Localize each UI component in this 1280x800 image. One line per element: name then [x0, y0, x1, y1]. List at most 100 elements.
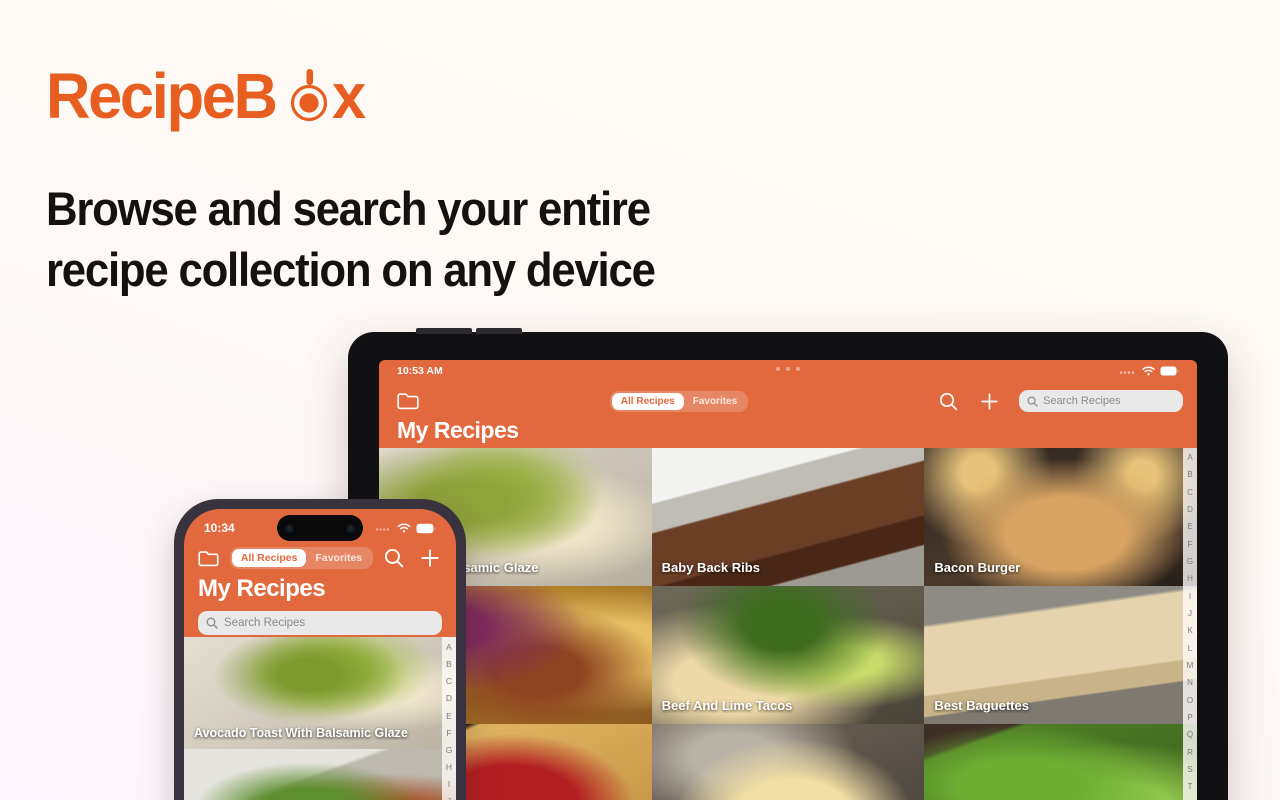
tab-all-recipes[interactable]: All Recipes [231, 549, 307, 567]
recipe-card[interactable] [184, 749, 456, 800]
phone-app: 10:34 All Recipes Favorites My Recipes S… [184, 509, 456, 800]
index-letter[interactable]: I [448, 780, 450, 789]
recipe-photo-green-beans [184, 749, 456, 800]
recipe-card[interactable] [651, 724, 925, 800]
index-letter[interactable]: O [1187, 696, 1193, 705]
index-letter[interactable]: T [1188, 783, 1193, 791]
index-letter[interactable]: K [1187, 627, 1192, 635]
tab-favorites-label: Favorites [315, 552, 363, 564]
tablet-screen: 10:53 AM All Recipes Favorites Search Re… [379, 360, 1197, 800]
tablet-view-segmented-control[interactable]: All Recipes Favorites [609, 390, 749, 412]
battery-icon [1160, 366, 1179, 376]
index-letter[interactable]: M [1187, 661, 1194, 670]
tablet-status-icons [1119, 366, 1179, 376]
wifi-icon [397, 523, 411, 533]
recipe-card[interactable]: Baby Back Ribs [651, 448, 925, 586]
recipe-card[interactable] [924, 724, 1197, 800]
folder-icon[interactable] [198, 550, 219, 567]
tablet-nav-row: All Recipes Favorites Search Recipes [393, 386, 1183, 416]
recipe-card-label: Baby Back Ribs [661, 560, 760, 575]
index-letter[interactable]: Q [1187, 731, 1193, 739]
index-letter[interactable]: A [446, 643, 452, 652]
tablet-volume-down-button[interactable] [476, 328, 522, 334]
tablet-page-heading: My Recipes [397, 417, 519, 443]
phone-page-heading: My Recipes [198, 575, 326, 602]
index-letter[interactable]: H [1187, 575, 1193, 583]
index-letter[interactable]: C [446, 677, 452, 686]
index-letter[interactable]: S [1187, 765, 1192, 774]
tab-all-recipes-label: All Recipes [620, 395, 675, 407]
index-letter[interactable]: P [1187, 713, 1192, 722]
index-letter[interactable]: F [1188, 540, 1193, 549]
index-letter[interactable]: A [1187, 454, 1192, 462]
tablet-recipe-grid: ast With Balsamic Glaze Baby Back Ribs B… [379, 448, 1197, 800]
index-letter[interactable]: E [446, 712, 452, 721]
recipe-card-label: Beef And Lime Tacos [661, 698, 793, 713]
tablet-volume-up-button[interactable] [416, 328, 472, 334]
index-letter[interactable]: L [1188, 644, 1192, 653]
tablet-alphabet-index[interactable]: A B C D E F G H I J K L M N O P Q R S T [1183, 448, 1197, 800]
index-letter[interactable]: I [1189, 592, 1191, 601]
phone-dynamic-island [277, 515, 363, 541]
phone-alphabet-index[interactable]: A B C D E F G H I J K [442, 637, 456, 800]
tablet-topbar: 10:53 AM All Recipes Favorites Search Re… [379, 360, 1197, 448]
tab-favorites-label: Favorites [692, 395, 738, 407]
signal-icon [1119, 370, 1135, 374]
index-letter[interactable]: G [1187, 557, 1193, 566]
search-icon[interactable] [939, 392, 958, 411]
index-letter[interactable]: B [446, 660, 452, 669]
recipe-photo-green-salad [924, 724, 1197, 800]
index-letter[interactable]: H [446, 763, 452, 772]
signal-icon [375, 527, 389, 531]
tablet-search-placeholder: Search Recipes [1042, 395, 1121, 407]
index-letter[interactable]: G [446, 746, 453, 755]
index-letter[interactable]: B [1187, 471, 1192, 479]
index-letter[interactable]: D [446, 694, 452, 703]
tablet-search-input[interactable]: Search Recipes [1018, 390, 1183, 412]
index-letter[interactable]: E [1187, 523, 1192, 531]
plus-icon[interactable] [980, 392, 999, 411]
tablet-device: 10:53 AM All Recipes Favorites Search Re… [348, 328, 1228, 800]
phone-nav-row: All Recipes Favorites [194, 543, 446, 573]
phone-status-icons [375, 523, 436, 534]
recipe-card-label: Bacon Burger [934, 560, 1021, 575]
phone-status-time: 10:34 [204, 521, 235, 535]
index-letter[interactable]: N [1187, 679, 1193, 687]
tab-favorites[interactable]: Favorites [684, 393, 746, 410]
recipe-card[interactable]: Beef And Lime Tacos [651, 586, 925, 724]
index-letter[interactable]: R [1187, 748, 1193, 757]
tab-all-recipes-label: All Recipes [240, 552, 298, 564]
phone-screen: 10:34 All Recipes Favorites My Recipes S… [184, 509, 456, 800]
tab-all-recipes[interactable]: All Recipes [611, 392, 684, 410]
phone-search-input[interactable]: Search Recipes [198, 611, 442, 635]
search-icon[interactable] [384, 548, 404, 568]
recipe-card[interactable]: Avocado Toast With Balsamic Glaze [184, 637, 456, 749]
search-icon [1027, 396, 1038, 407]
tablet-app: 10:53 AM All Recipes Favorites Search Re… [379, 360, 1197, 800]
recipe-card[interactable]: Bacon Burger [924, 448, 1197, 586]
index-letter[interactable]: J [1188, 609, 1192, 618]
phone-recipe-grid: Avocado Toast With Balsamic Glaze [184, 637, 456, 800]
phone-search-placeholder: Search Recipes [224, 617, 306, 629]
phone-topbar: 10:34 All Recipes Favorites My Recipes S… [184, 509, 456, 637]
recipe-card-label: Best Baguettes [934, 698, 1029, 713]
index-letter[interactable]: F [446, 729, 451, 738]
tablet-camera-dots [776, 366, 800, 372]
phone-view-segmented-control[interactable]: All Recipes Favorites [229, 547, 374, 569]
recipe-card[interactable]: Best Baguettes [924, 586, 1197, 724]
front-camera-icon [285, 523, 294, 533]
tablet-status-time: 10:53 AM [397, 365, 443, 377]
search-icon [206, 617, 218, 629]
wifi-icon [1142, 366, 1155, 376]
folder-icon[interactable] [397, 392, 419, 410]
recipe-photo-corn-soup [651, 724, 925, 800]
face-id-sensor-icon [346, 523, 355, 533]
device-mockups: 10:53 AM All Recipes Favorites Search Re… [0, 0, 1280, 800]
plus-icon[interactable] [420, 548, 440, 568]
recipe-card-label: Avocado Toast With Balsamic Glaze [194, 726, 408, 740]
phone-device: 10:34 All Recipes Favorites My Recipes S… [174, 499, 466, 800]
tab-favorites[interactable]: Favorites [306, 549, 371, 567]
battery-icon [416, 523, 436, 533]
index-letter[interactable]: C [1187, 488, 1193, 497]
index-letter[interactable]: D [1187, 505, 1193, 514]
